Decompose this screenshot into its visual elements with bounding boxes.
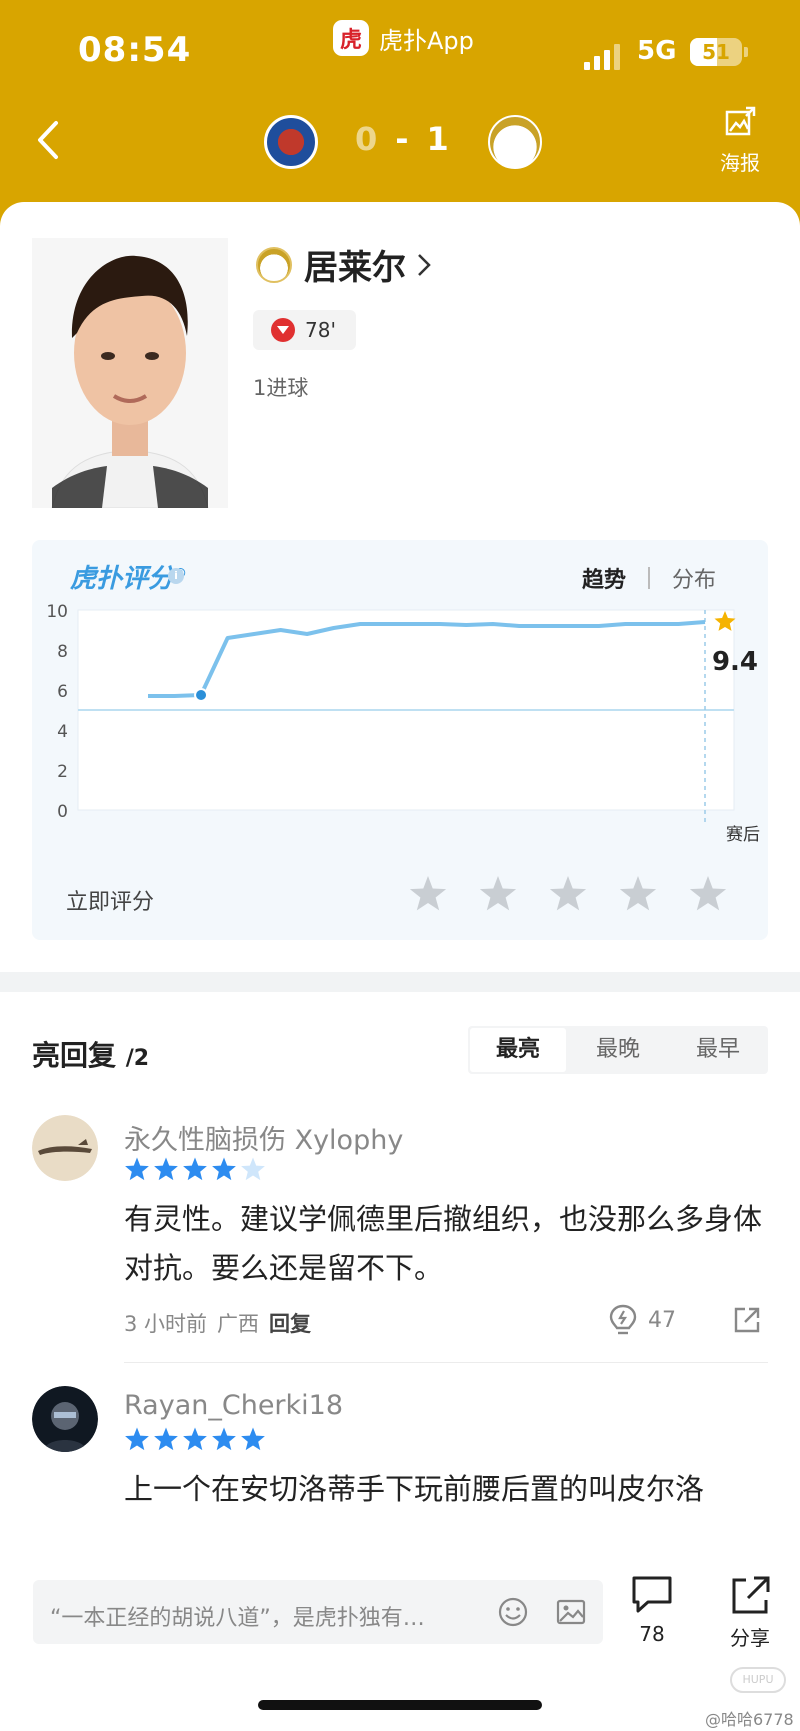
comments-count: /2 xyxy=(125,1046,150,1071)
sort-tab-earliest[interactable]: 最早 xyxy=(668,1026,768,1074)
comment-stars xyxy=(124,1156,266,1182)
y-tick-label: 10 xyxy=(46,602,68,622)
comment-text: 有灵性。建议学佩德里后撤组织，也没那么多身体对抗。要么还是留不下。 xyxy=(124,1202,763,1285)
like-count: 47 xyxy=(648,1307,676,1333)
reply-button[interactable]: 回复 xyxy=(269,1308,311,1338)
substitution-tag: 78' xyxy=(253,310,356,350)
lightbulb-icon xyxy=(609,1304,637,1335)
signal-icon xyxy=(584,44,620,70)
sort-tab-hottest[interactable]: 最亮 xyxy=(470,1028,566,1072)
sort-tabs: 最亮 最晚 最早 xyxy=(468,1026,768,1074)
comment-input-placeholder[interactable]: “一本正经的胡说八道”，是虎扑独有… xyxy=(50,1600,480,1632)
app-name: 虎扑App xyxy=(379,26,474,55)
comment-star-icon xyxy=(212,1427,236,1451)
tab-distribution[interactable]: 分布 xyxy=(672,562,716,594)
y-tick-label: 2 xyxy=(57,762,68,782)
y-tick-label: 8 xyxy=(57,642,68,662)
home-team-crest-icon[interactable] xyxy=(264,115,318,169)
sort-tab-latest[interactable]: 最晚 xyxy=(568,1026,668,1074)
app-logo-icon: 虎 xyxy=(333,20,369,56)
rate-now-label: 立即评分 xyxy=(66,890,155,915)
player-team-crest-icon xyxy=(256,246,292,283)
comments-button[interactable]: 78 xyxy=(622,1574,682,1646)
comment-star-icon xyxy=(154,1157,178,1181)
battery-icon: 51 xyxy=(690,38,742,66)
y-tick-label: 4 xyxy=(57,722,68,742)
comment-star-icon xyxy=(241,1157,265,1181)
watermark-badge: HUPU xyxy=(730,1667,786,1693)
watermark: @哈哈6778 xyxy=(705,1710,794,1729)
app-badge: 虎 虎扑App xyxy=(333,20,474,56)
away-team-crest-icon[interactable] xyxy=(488,115,542,169)
score-separator: - xyxy=(395,120,409,158)
comment-meta: 3 小时前 广西 回复 xyxy=(124,1308,311,1338)
y-tick-label: 6 xyxy=(57,682,68,702)
rate-star-icon[interactable] xyxy=(478,874,518,914)
comment-bubble-icon xyxy=(632,1576,672,1613)
rating-logo-text: 虎扑评分 xyxy=(70,564,175,594)
emoji-icon[interactable] xyxy=(497,1596,529,1628)
comment-count: 78 xyxy=(639,1622,665,1646)
y-tick-label: 0 xyxy=(57,802,68,822)
rating-trend-chart: 0 2 4 6 8 10 9.4 赛后 xyxy=(46,602,760,845)
away-score: 1 xyxy=(426,120,449,158)
poster-label: 海报 xyxy=(720,151,760,175)
battery-level: 51 xyxy=(702,40,730,64)
comment-star-icon xyxy=(125,1427,149,1451)
section-divider xyxy=(0,972,800,992)
comment-star-icon xyxy=(183,1427,207,1451)
status-time: 08:54 xyxy=(78,30,192,70)
comment-star-icon xyxy=(125,1157,149,1181)
battery-nub xyxy=(744,47,748,57)
comments-title-text: 亮回复 xyxy=(32,1039,117,1072)
rate-star-icon[interactable] xyxy=(548,874,588,914)
poster-image-icon xyxy=(725,106,756,136)
rate-stars-row xyxy=(408,874,728,914)
home-score: 0 xyxy=(355,120,378,158)
rating-start-point xyxy=(194,688,209,702)
share-comment-icon[interactable] xyxy=(733,1306,761,1334)
x-end-label: 赛后 xyxy=(726,824,760,845)
match-score: 0 - 1 xyxy=(355,120,449,158)
sub-minute: 78' xyxy=(305,318,336,342)
comment-star-icon xyxy=(212,1157,236,1181)
avatar[interactable] xyxy=(32,1386,98,1452)
comment-region: 广西 xyxy=(217,1312,260,1336)
comment-username[interactable]: Rayan_Cherki18 xyxy=(124,1390,343,1421)
poster-button[interactable]: 海报 xyxy=(710,105,770,176)
rate-star-icon[interactable] xyxy=(688,874,728,914)
image-icon[interactable] xyxy=(555,1596,587,1628)
comment-text: 上一个在安切洛蒂手下玩前腰后置的叫皮尔洛 xyxy=(124,1472,705,1506)
comment-time: 3 小时前 xyxy=(124,1312,208,1336)
back-arrow-icon[interactable] xyxy=(30,115,70,165)
rating-view-tabs: 趋势 分布 xyxy=(582,562,716,594)
network-type: 5G xyxy=(637,36,677,66)
comment-star-icon xyxy=(154,1427,178,1451)
avatar[interactable] xyxy=(32,1115,98,1181)
comment-username[interactable]: 永久性脑损伤 Xylophy xyxy=(124,1118,403,1157)
share-label: 分享 xyxy=(730,1626,770,1650)
like-button[interactable]: 47 xyxy=(608,1303,676,1337)
comment-divider xyxy=(124,1362,768,1363)
chevron-right-icon xyxy=(418,253,431,276)
rate-star-icon[interactable] xyxy=(618,874,658,914)
tab-trend[interactable]: 趋势 xyxy=(582,562,626,594)
sub-off-icon xyxy=(271,318,295,342)
final-rating-value: 9.4 xyxy=(712,647,758,677)
player-photo xyxy=(32,238,228,508)
info-icon[interactable]: i xyxy=(168,568,184,584)
home-indicator[interactable] xyxy=(258,1700,542,1710)
comments-title: 亮回复 /2 xyxy=(32,1034,149,1074)
share-button[interactable]: 分享 xyxy=(720,1574,780,1651)
player-name: 居莱尔 xyxy=(304,248,406,288)
rate-star-icon[interactable] xyxy=(408,874,448,914)
comment-stars xyxy=(124,1426,266,1452)
player-name-row[interactable]: 居莱尔 xyxy=(256,240,432,289)
share-icon xyxy=(732,1576,770,1614)
tab-separator xyxy=(648,567,651,589)
comment-star-icon xyxy=(241,1427,265,1451)
goals-stat: 1进球 xyxy=(253,376,309,400)
comment-star-icon xyxy=(183,1157,207,1181)
